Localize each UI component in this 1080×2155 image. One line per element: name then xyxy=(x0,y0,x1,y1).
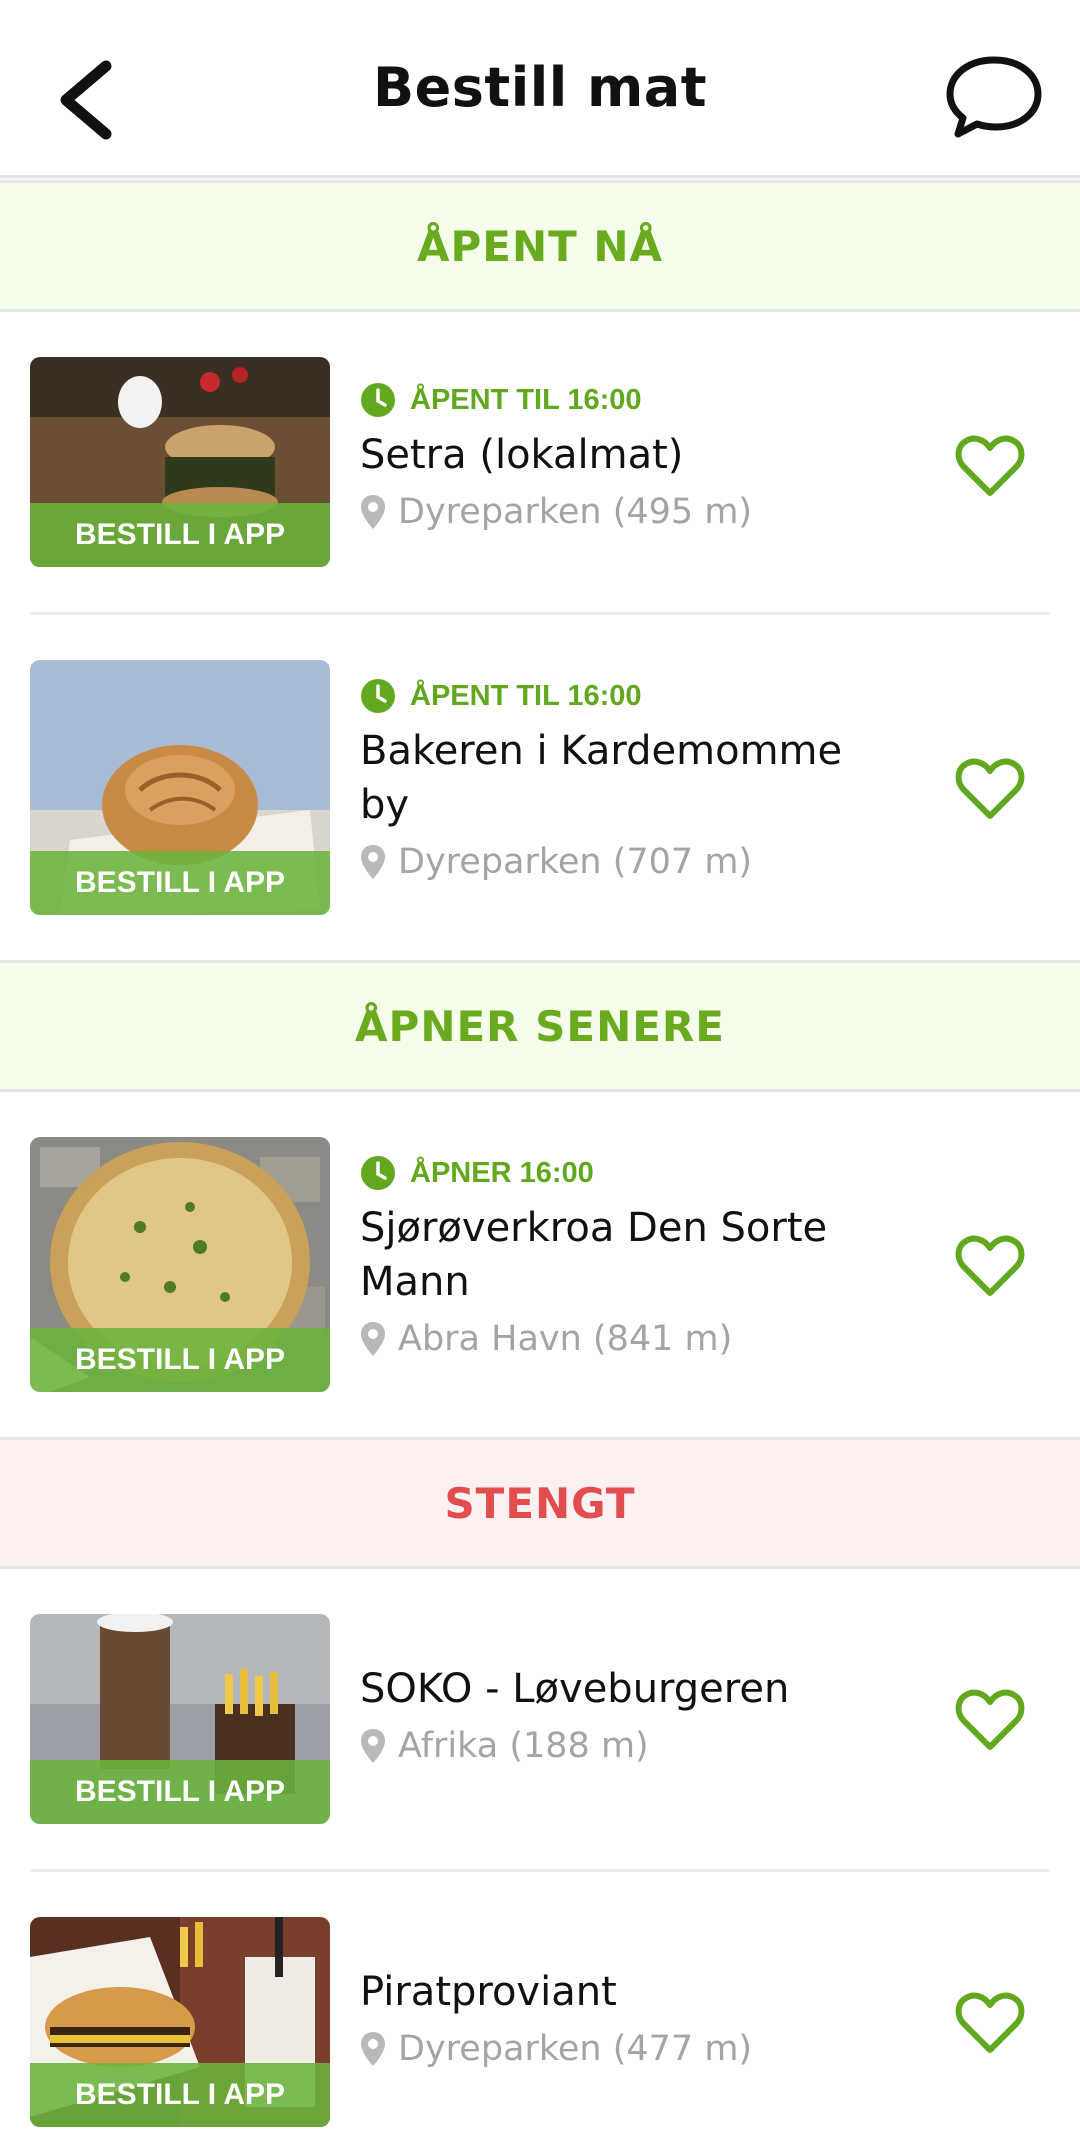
clock-icon xyxy=(361,383,395,417)
map-pin-icon xyxy=(361,1729,385,1763)
status-text: ÅPENT TIL 16:00 xyxy=(410,383,642,416)
restaurant-thumbnail: BESTILL I APP xyxy=(30,1917,330,2127)
section-open-now: ÅPENT NÅ xyxy=(0,180,1080,312)
clock-icon xyxy=(361,679,395,713)
section-opens-later: ÅPNER SENERE xyxy=(0,960,1080,1092)
restaurant-location: Dyreparken (477 m) xyxy=(360,2029,900,2069)
restaurant-item-piratproviant[interactable]: BESTILL I APP Piratproviant Dyreparken (… xyxy=(0,1917,1080,2137)
chat-bubble-icon xyxy=(946,56,1042,138)
restaurant-location: Afrika (188 m) xyxy=(360,1726,900,1766)
section-title: STENGT xyxy=(444,1478,636,1528)
restaurant-item-setra[interactable]: BESTILL I APP ÅPENT TIL 16:00 Setra (lok… xyxy=(0,357,1080,612)
restaurant-info: ÅPENT TIL 16:00 Setra (lokalmat) Dyrepar… xyxy=(360,382,900,532)
location-text: Dyreparken (495 m) xyxy=(398,492,753,532)
restaurant-thumbnail: BESTILL I APP xyxy=(30,357,330,567)
clock-icon xyxy=(361,1156,395,1190)
opening-status: ÅPENT TIL 16:00 xyxy=(360,678,900,714)
restaurant-location: Dyreparken (495 m) xyxy=(360,492,900,532)
map-pin-icon xyxy=(361,2032,385,2066)
order-in-app-badge: BESTILL I APP xyxy=(30,1760,330,1824)
heart-outline-icon[interactable] xyxy=(955,1689,1025,1751)
list-divider xyxy=(30,1869,1050,1872)
section-title: ÅPNER SENERE xyxy=(355,1001,725,1051)
heart-outline-icon[interactable] xyxy=(955,1235,1025,1297)
section-title: ÅPENT NÅ xyxy=(416,221,664,271)
heart-outline-icon[interactable] xyxy=(955,1992,1025,2054)
order-in-app-badge: BESTILL I APP xyxy=(30,2063,330,2127)
location-text: Abra Havn (841 m) xyxy=(398,1319,733,1359)
restaurant-info: ÅPNER 16:00 Sjørøverkroa Den Sorte Mann … xyxy=(360,1155,900,1359)
heart-outline-icon[interactable] xyxy=(955,758,1025,820)
order-in-app-badge: BESTILL I APP xyxy=(30,503,330,567)
restaurant-name: Piratproviant xyxy=(360,1969,617,2015)
chat-button[interactable] xyxy=(944,48,1044,148)
restaurant-location: Abra Havn (841 m) xyxy=(360,1319,900,1359)
section-closed: STENGT xyxy=(0,1437,1080,1569)
map-pin-icon xyxy=(361,495,385,529)
location-text: Dyreparken (477 m) xyxy=(398,2029,753,2069)
restaurant-location: Dyreparken (707 m) xyxy=(360,842,900,882)
restaurant-thumbnail: BESTILL I APP xyxy=(30,660,330,915)
restaurant-name: Sjørøverkroa Den Sorte Mann xyxy=(360,1205,828,1305)
restaurant-item-bakeren[interactable]: BESTILL I APP ÅPENT TIL 16:00 Bakeren i … xyxy=(0,660,1080,960)
restaurant-thumbnail: BESTILL I APP xyxy=(30,1614,330,1824)
opening-status: ÅPENT TIL 16:00 xyxy=(360,382,900,418)
app-header: Bestill mat xyxy=(0,0,1080,178)
order-in-app-badge: BESTILL I APP xyxy=(30,851,330,915)
restaurant-item-soko[interactable]: BESTILL I APP SOKO - Løveburgeren Afrika… xyxy=(0,1614,1080,1869)
opening-status: ÅPNER 16:00 xyxy=(360,1155,900,1191)
list-divider xyxy=(30,612,1050,615)
restaurant-name: Bakeren i Kardemomme by xyxy=(360,728,843,828)
restaurant-thumbnail: BESTILL I APP xyxy=(30,1137,330,1392)
page-title: Bestill mat xyxy=(372,56,708,119)
restaurant-name: Setra (lokalmat) xyxy=(360,432,684,478)
map-pin-icon xyxy=(361,1322,385,1356)
map-pin-icon xyxy=(361,845,385,879)
restaurant-item-sjoroverkroa[interactable]: BESTILL I APP ÅPNER 16:00 Sjørøverkroa D… xyxy=(0,1137,1080,1437)
heart-outline-icon[interactable] xyxy=(955,435,1025,497)
restaurant-info: Piratproviant Dyreparken (477 m) xyxy=(360,1965,900,2069)
location-text: Dyreparken (707 m) xyxy=(398,842,753,882)
location-text: Afrika (188 m) xyxy=(398,1726,649,1766)
status-text: ÅPNER 16:00 xyxy=(410,1156,594,1189)
restaurant-name: SOKO - Løveburgeren xyxy=(360,1666,790,1712)
order-in-app-badge: BESTILL I APP xyxy=(30,1328,330,1392)
status-text: ÅPENT TIL 16:00 xyxy=(410,679,642,712)
restaurant-info: SOKO - Løveburgeren Afrika (188 m) xyxy=(360,1662,900,1766)
restaurant-info: ÅPENT TIL 16:00 Bakeren i Kardemomme by … xyxy=(360,678,900,882)
